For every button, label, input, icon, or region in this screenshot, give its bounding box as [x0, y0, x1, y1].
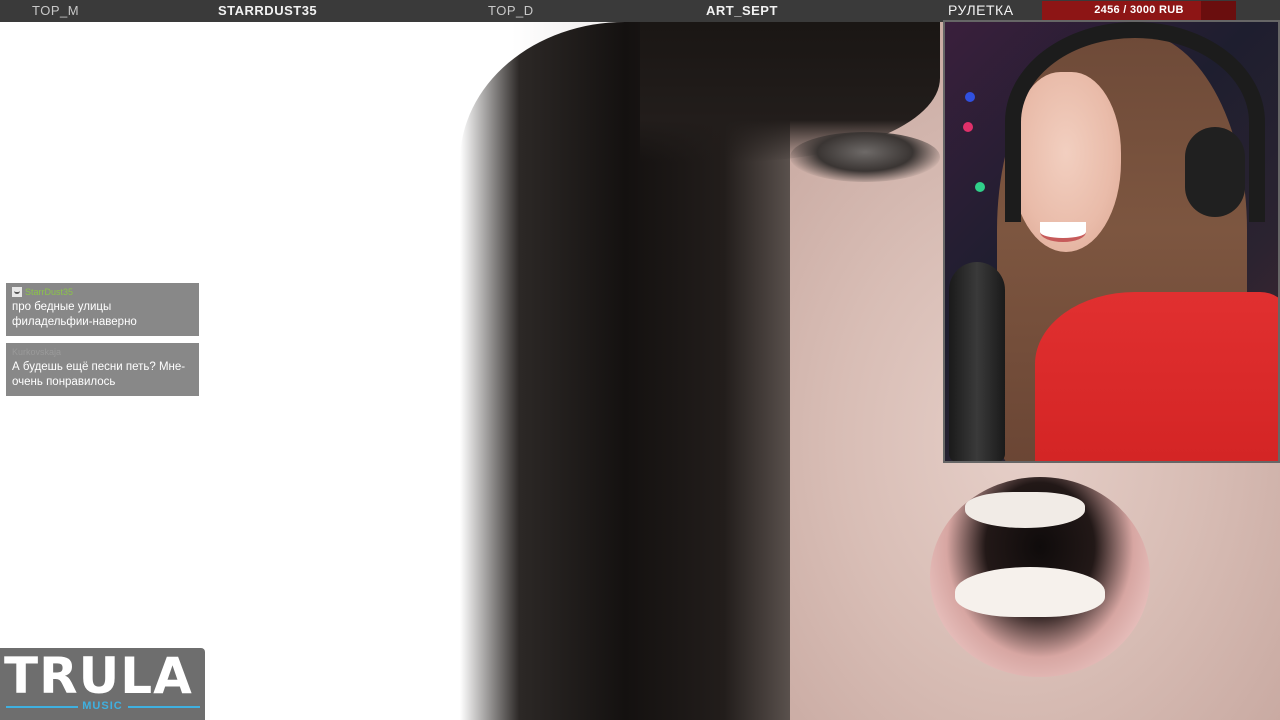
background-light: [965, 92, 975, 102]
singer-teeth-bottom: [955, 567, 1105, 617]
microphone: [949, 262, 1005, 461]
singer-teeth-top: [965, 492, 1085, 528]
chat-message-text: А будешь ещё песни петь? Мне-очень понра…: [12, 361, 186, 388]
tab-top-d: TOP_D: [488, 3, 534, 18]
chat-message: StarrDust35 про бедные улицы филадельфии…: [6, 283, 199, 336]
streamer-smile: [1040, 222, 1086, 242]
tab-art-sept: ART_SEPT: [706, 3, 778, 18]
donation-goal-bar: 2456 / 3000 RUB: [1042, 1, 1236, 21]
singer-eye: [790, 132, 940, 182]
webcam-overlay: [943, 20, 1280, 463]
chat-message: Kurkovskaja А будешь ещё песни петь? Мне…: [6, 343, 199, 396]
tab-starrdust35: STARRDUST35: [218, 3, 318, 18]
top-ticker-bar: TOP_M STARRDUST35 TOP_D ART_SEPT РУЛЕТКА…: [0, 0, 1280, 22]
chat-username: Kurkovskaja: [12, 347, 62, 357]
headphone-earcup: [1185, 127, 1245, 217]
chat-message-text: про бедные улицы филадельфии-наверно: [12, 301, 137, 328]
chat-overlay: StarrDust35 про бедные улицы филадельфии…: [6, 283, 199, 403]
smiley-avatar-icon: [12, 287, 22, 297]
logo-wordmark: TRULA: [4, 648, 193, 705]
logo-subtitle: MUSIC: [82, 700, 123, 712]
streamer-shirt: [1035, 292, 1278, 461]
chat-username-row: Kurkovskaja: [12, 346, 193, 358]
chat-username-row: StarrDust35: [12, 286, 193, 298]
background-light: [975, 182, 985, 192]
stream-stage: TOP_M STARRDUST35 TOP_D ART_SEPT РУЛЕТКА…: [0, 0, 1280, 720]
chat-username: StarrDust35: [25, 287, 74, 297]
trula-music-logo: TRULA MUSIC: [0, 648, 205, 720]
tab-roulette: РУЛЕТКА: [948, 2, 1014, 18]
donation-goal-label: 2456 / 3000 RUB: [1094, 4, 1184, 16]
background-light: [963, 122, 973, 132]
tab-top-m: TOP_M: [32, 3, 80, 18]
